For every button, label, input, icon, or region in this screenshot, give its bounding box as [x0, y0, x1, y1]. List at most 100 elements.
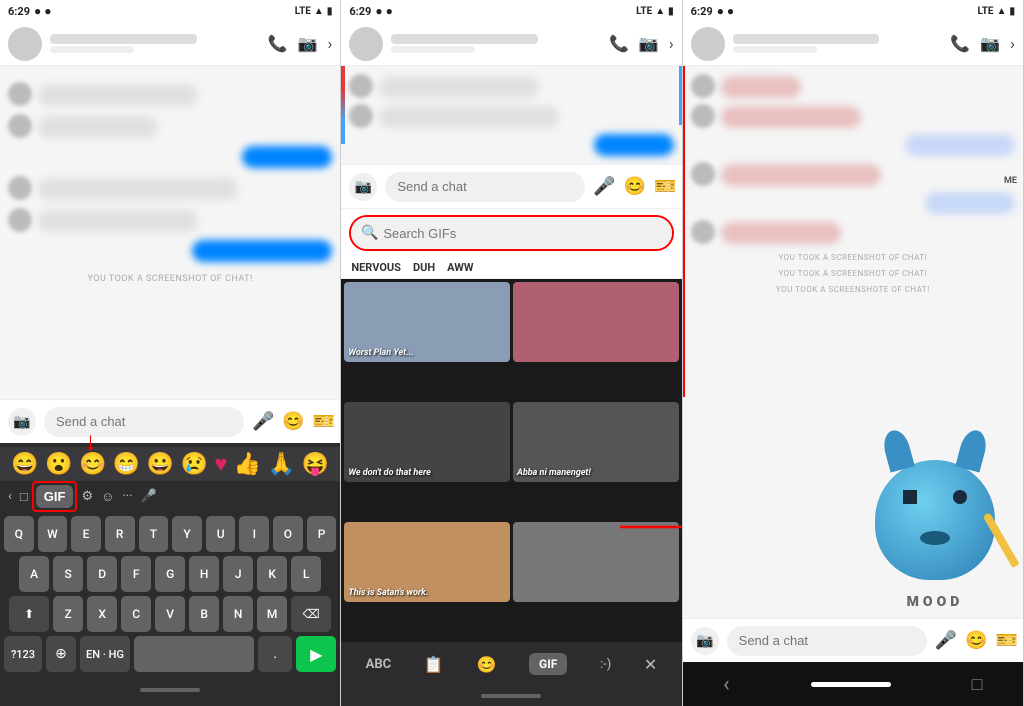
gif-tag-nervous[interactable]: NERVOUS [351, 261, 401, 274]
key-g[interactable]: G [155, 556, 185, 592]
key-w[interactable]: W [38, 516, 68, 552]
emoji-laugh[interactable]: 😄 [11, 452, 38, 477]
key-space[interactable] [134, 636, 254, 672]
emoji-angry[interactable]: 😀 [147, 452, 174, 477]
call-icon-1[interactable]: 📞 [268, 34, 288, 53]
call-icon-2[interactable]: 📞 [609, 34, 629, 53]
key-backspace[interactable]: ⌫ [291, 596, 331, 632]
kb2-gif-active[interactable]: GIF [529, 653, 567, 675]
gif-cell-6[interactable] [513, 522, 679, 602]
key-q[interactable]: Q [4, 516, 34, 552]
key-s[interactable]: S [53, 556, 83, 592]
camera-button-1[interactable]: 📷 [8, 408, 36, 436]
mic-icon-kb[interactable]: 🎤 [141, 489, 157, 504]
key-e[interactable]: E [71, 516, 101, 552]
camera-button-2[interactable]: 📷 [349, 173, 377, 201]
kb2-emoji[interactable]: 😊 [476, 655, 496, 674]
key-x[interactable]: X [87, 596, 117, 632]
emoji-icon-1[interactable]: 😊 [282, 411, 304, 432]
more-icon-2[interactable]: › [669, 34, 674, 53]
key-num[interactable]: ?123 [4, 636, 42, 672]
chat-input-3[interactable] [727, 626, 927, 656]
emoji-heart[interactable]: ♥ [214, 451, 227, 477]
sticker-icon-1[interactable]: 🎫 [313, 411, 335, 432]
key-a[interactable]: A [19, 556, 49, 592]
settings-icon-kb[interactable]: ⚙ [81, 489, 93, 504]
emoji-cry[interactable]: 😢 [181, 452, 208, 477]
emoji-icon-3[interactable]: 😊 [965, 630, 987, 651]
sticker-panel-icon[interactable]: □ [20, 489, 28, 505]
sticker-icon-2[interactable]: 🎫 [654, 176, 676, 197]
key-p[interactable]: P [307, 516, 337, 552]
key-globe[interactable]: ⊕ [46, 636, 76, 672]
gif-cell-4[interactable]: Abba ni manenget! [513, 402, 679, 482]
key-y[interactable]: Y [172, 516, 202, 552]
gif-tag-aww[interactable]: AWW [447, 261, 473, 274]
key-j[interactable]: J [223, 556, 253, 592]
gif-button-1[interactable]: GIF [36, 485, 74, 508]
key-t[interactable]: T [139, 516, 169, 552]
emoji-grin[interactable]: 😁 [113, 452, 140, 477]
mic-icon-1[interactable]: 🎤 [252, 411, 274, 432]
key-h[interactable]: H [189, 556, 219, 592]
sticker-icon-3[interactable]: 🎫 [996, 630, 1018, 651]
nav-back-3[interactable]: ‹ [723, 672, 730, 697]
key-o[interactable]: O [273, 516, 303, 552]
gif-tag-duh[interactable]: DUH [413, 261, 435, 274]
key-c[interactable]: C [121, 596, 151, 632]
key-k[interactable]: K [257, 556, 287, 592]
emoji-smile[interactable]: 😊 [79, 452, 106, 477]
gif-cell-3[interactable]: We don't do that here [344, 402, 510, 482]
video-icon-2[interactable]: 📷 [639, 34, 659, 53]
mic-icon-3[interactable]: 🎤 [935, 630, 957, 651]
chat-input-2[interactable] [385, 172, 585, 202]
kb2-emoticon[interactable]: :-) [600, 657, 611, 672]
back-icon-kb[interactable]: ‹ [8, 489, 12, 504]
key-l[interactable]: L [291, 556, 321, 592]
kb2-close[interactable]: ✕ [644, 655, 657, 674]
nav-recent-3[interactable]: □ [972, 674, 983, 695]
home-bar-3[interactable] [811, 682, 891, 687]
gif-cell-1[interactable]: Worst Plan Yet... [344, 282, 510, 362]
key-row-2: A S D F G H J K L [4, 556, 336, 592]
more-icon-3[interactable]: › [1010, 34, 1015, 53]
emoji-thumbs[interactable]: 👍 [234, 452, 261, 477]
emoji-wow[interactable]: 😮 [45, 452, 72, 477]
key-d[interactable]: D [87, 556, 117, 592]
more-icon-kb[interactable]: ··· [122, 489, 132, 504]
camera-button-3[interactable]: 📷 [691, 627, 719, 655]
key-i[interactable]: I [239, 516, 269, 552]
key-f[interactable]: F [121, 556, 151, 592]
key-u[interactable]: U [206, 516, 236, 552]
key-m[interactable]: M [257, 596, 287, 632]
key-v[interactable]: V [155, 596, 185, 632]
mic-icon-2[interactable]: 🎤 [593, 176, 615, 197]
chat-input-1[interactable] [44, 407, 244, 437]
video-icon-1[interactable]: 📷 [298, 34, 318, 53]
key-enter[interactable]: ▶ [296, 636, 336, 672]
screenshot-notice-3c: YOU TOOK A SCREENSHOTE OF CHAT! [691, 282, 1015, 298]
key-period[interactable]: . [258, 636, 292, 672]
gif-label-5: This is Satan's work. [344, 584, 432, 602]
keyboard-bottom-2: ABC 📋 😊 GIF :-) ✕ [341, 642, 681, 686]
emoji-pray[interactable]: 🙏 [268, 452, 295, 477]
gif-cell-5[interactable]: This is Satan's work. [344, 522, 510, 602]
emoji-tongue[interactable]: 😝 [302, 452, 329, 477]
key-lang[interactable]: EN · HG [80, 636, 130, 672]
more-icon-1[interactable]: › [328, 34, 333, 53]
call-icon-3[interactable]: 📞 [950, 34, 970, 53]
key-n[interactable]: N [223, 596, 253, 632]
emoji-icon-2[interactable]: 😊 [624, 176, 646, 197]
key-b[interactable]: B [189, 596, 219, 632]
face-icon-kb[interactable]: ☺ [101, 489, 114, 505]
key-shift[interactable]: ⬆ [9, 596, 49, 632]
key-z[interactable]: Z [53, 596, 83, 632]
video-icon-3[interactable]: 📷 [980, 34, 1000, 53]
key-r[interactable]: R [105, 516, 135, 552]
input-bar-2: 📷 🎤 😊 🎫 🚀 [341, 164, 681, 208]
gif-search-input[interactable] [351, 217, 671, 249]
kb2-abc[interactable]: ABC [366, 657, 392, 672]
kb2-sticker[interactable]: 📋 [424, 655, 444, 674]
gif-cell-2[interactable] [513, 282, 679, 362]
avatar-small [349, 74, 373, 98]
